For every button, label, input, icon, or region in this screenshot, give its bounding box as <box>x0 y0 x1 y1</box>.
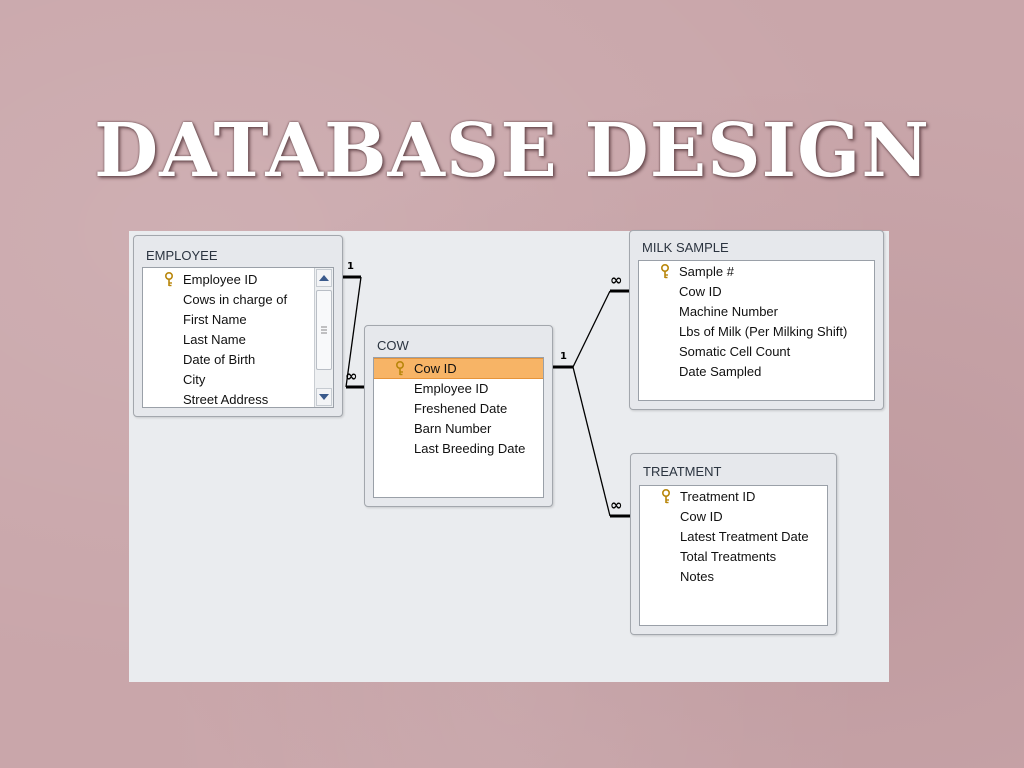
scroll-grip-icon <box>321 326 327 334</box>
field-list: Sample # Cow ID Machine Number Lbs of Mi… <box>638 260 875 401</box>
arrow-down-icon <box>319 394 329 400</box>
field-name: First Name <box>183 312 247 327</box>
field-name: Treatment ID <box>680 489 756 504</box>
table-title: COW <box>377 338 409 353</box>
field-name: Cows in charge of <box>183 292 288 307</box>
field-name: Employee ID <box>414 381 489 396</box>
field-list: Cow ID Employee ID Freshened Date Barn N… <box>373 357 544 498</box>
arrow-up-icon <box>319 275 329 281</box>
field-name: Date of Birth <box>183 352 256 367</box>
relationships-panel: 1 ∞ 1 ∞ ∞ EMPLOYEE Employee ID Cows in c… <box>129 230 889 682</box>
field-name: Cow ID <box>414 361 457 376</box>
field-name: Last Name <box>183 332 246 347</box>
scroll-up-button[interactable] <box>316 269 332 287</box>
field-name: City <box>183 372 206 387</box>
table-cow[interactable]: COW Cow ID Employee ID Freshened Date Ba… <box>364 325 553 507</box>
cardinality-many-cow: ∞ <box>345 367 358 385</box>
field-list: Employee ID Cows in charge of First Name… <box>142 267 334 408</box>
table-title: MILK SAMPLE <box>642 240 729 255</box>
field-name: Total Treatments <box>680 549 777 564</box>
table-milk-sample[interactable]: MILK SAMPLE Sample # Cow ID Machine Numb… <box>629 230 884 410</box>
field-name: Employee ID <box>183 272 258 287</box>
cardinality-one-cow: 1 <box>560 351 567 362</box>
cardinality-one-employee: 1 <box>347 261 354 272</box>
key-icon <box>165 272 173 287</box>
field-name: Cow ID <box>679 284 722 299</box>
scroll-thumb[interactable] <box>316 290 332 370</box>
field-name: Somatic Cell Count <box>679 344 791 359</box>
field-row[interactable]: Employee ID <box>143 270 313 289</box>
field-name: Street Address <box>183 392 269 407</box>
field-name: Latest Treatment Date <box>680 529 809 544</box>
field-name: Last Breeding Date <box>414 441 526 456</box>
field-name: Barn Number <box>414 421 492 436</box>
field-name: Notes <box>680 569 714 584</box>
key-icon <box>662 489 670 504</box>
field-name: Sample # <box>679 264 734 279</box>
key-icon <box>661 264 669 279</box>
slide-title: DATABASE DESIGN <box>93 108 930 194</box>
table-treatment[interactable]: TREATMENT Treatment ID Cow ID Latest Tre… <box>630 453 837 635</box>
cardinality-many-milk-sample: ∞ <box>610 271 623 289</box>
field-list: Treatment ID Cow ID Latest Treatment Dat… <box>639 485 828 626</box>
field-row-selected[interactable]: Cow ID <box>374 358 543 379</box>
field-name: Machine Number <box>679 304 778 319</box>
table-title: EMPLOYEE <box>146 248 218 263</box>
link-cow-treatment <box>572 366 631 518</box>
field-name: Date Sampled <box>679 364 762 379</box>
vertical-scrollbar[interactable] <box>314 268 333 407</box>
table-employee[interactable]: EMPLOYEE Employee ID Cows in charge of F… <box>133 235 343 417</box>
field-name: Freshened Date <box>414 401 508 416</box>
field-name: Lbs of Milk (Per Milking Shift) <box>679 324 848 339</box>
cardinality-many-treatment: ∞ <box>610 496 623 514</box>
table-title: TREATMENT <box>643 464 722 479</box>
key-icon <box>396 361 404 376</box>
field-name: Cow ID <box>680 509 723 524</box>
scroll-down-button[interactable] <box>316 388 332 406</box>
